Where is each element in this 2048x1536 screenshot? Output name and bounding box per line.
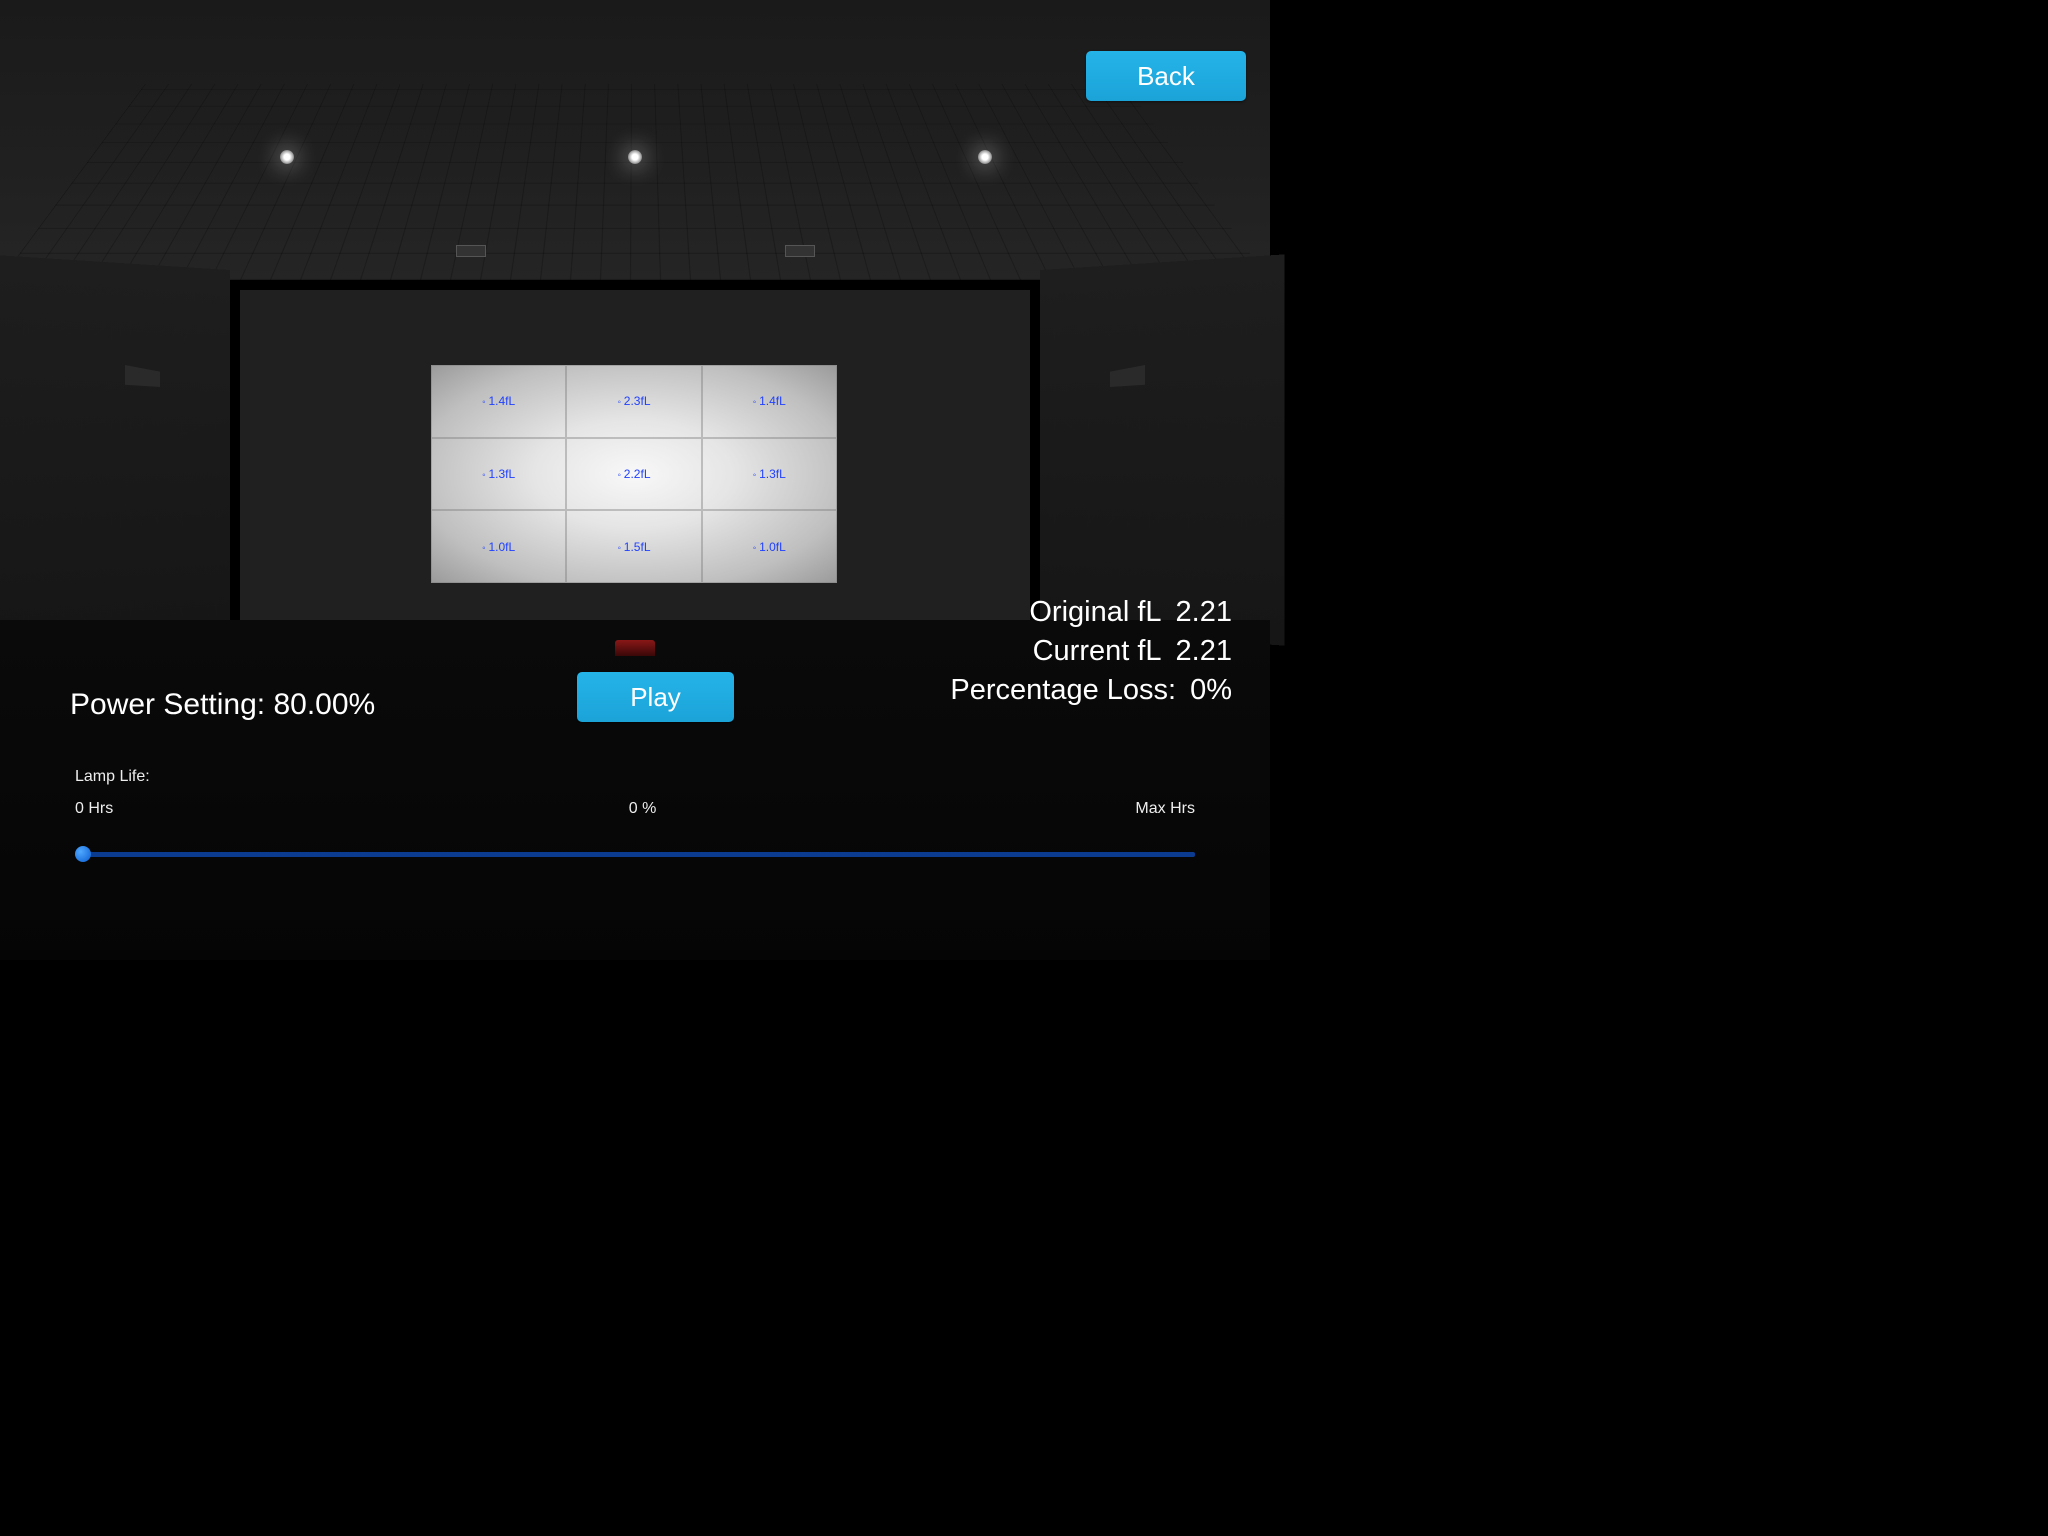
projection-screen: 1.4fL 2.3fL 1.4fL 1.3fL 2.2fL 1.3fL 1.0f… <box>431 365 837 583</box>
original-fl-row: Original fL 2.21 <box>950 596 1232 629</box>
screen-cell[interactable]: 1.4fL <box>431 365 566 438</box>
screen-cell[interactable]: 1.0fL <box>702 510 837 583</box>
ceiling-vent-icon <box>785 245 815 257</box>
power-value: 80.00% <box>273 688 375 721</box>
cell-value: 1.0fL <box>482 540 515 554</box>
cell-value: 2.2fL <box>617 467 650 481</box>
seat-highlight <box>615 640 655 656</box>
theater-ceiling <box>0 0 1270 280</box>
screen-cell[interactable]: 1.3fL <box>431 438 566 511</box>
cell-value: 1.3fL <box>753 467 786 481</box>
back-button[interactable]: Back <box>1086 51 1246 101</box>
ceiling-light-icon <box>628 150 642 164</box>
screen-cell[interactable]: 1.4fL <box>702 365 837 438</box>
cell-value: 1.4fL <box>482 394 515 408</box>
current-fl-row: Current fL 2.21 <box>950 635 1232 668</box>
screen-cell[interactable]: 1.3fL <box>702 438 837 511</box>
slider-thumb[interactable] <box>75 846 91 862</box>
percentage-loss-row: Percentage Loss: 0% <box>950 674 1232 707</box>
ceiling-vent-icon <box>456 245 486 257</box>
ceiling-light-icon <box>280 150 294 164</box>
stats-panel: Original fL 2.21 Current fL 2.21 Percent… <box>950 596 1232 713</box>
wall-right <box>1040 254 1284 645</box>
cell-value: 2.3fL <box>617 394 650 408</box>
cell-value: 1.4fL <box>753 394 786 408</box>
screen-cell[interactable]: 1.5fL <box>566 510 701 583</box>
ceiling-light-icon <box>978 150 992 164</box>
screen-cell[interactable]: 2.2fL <box>566 438 701 511</box>
lamp-life-label: Lamp Life: <box>75 768 150 786</box>
lamp-mid-label: 0 % <box>629 800 657 818</box>
cell-value: 1.3fL <box>482 467 515 481</box>
lamp-min-label: 0 Hrs <box>75 800 150 818</box>
percentage-loss-value: 0% <box>1190 674 1232 707</box>
cell-value: 1.5fL <box>617 540 650 554</box>
current-fl-label: Current fL <box>1033 635 1162 668</box>
screen-cell[interactable]: 2.3fL <box>566 365 701 438</box>
power-label: Power Setting: <box>70 688 265 721</box>
lamp-max-label: Max Hrs <box>1135 800 1195 818</box>
play-button[interactable]: Play <box>577 672 734 722</box>
lamp-life-slider[interactable] <box>75 852 1195 857</box>
wall-left <box>0 254 230 645</box>
cell-value: 1.0fL <box>753 540 786 554</box>
screen-cell[interactable]: 1.0fL <box>431 510 566 583</box>
ceiling-grid <box>0 84 1270 280</box>
power-setting-label: Power Setting: 80.00% <box>70 688 375 722</box>
current-fl-value: 2.21 <box>1176 635 1232 668</box>
lamp-life-section: Lamp Life: 0 Hrs 0 % Max Hrs <box>75 768 1195 857</box>
original-fl-value: 2.21 <box>1176 596 1232 629</box>
original-fl-label: Original fL <box>1029 596 1161 629</box>
percentage-loss-label: Percentage Loss: <box>950 674 1176 707</box>
